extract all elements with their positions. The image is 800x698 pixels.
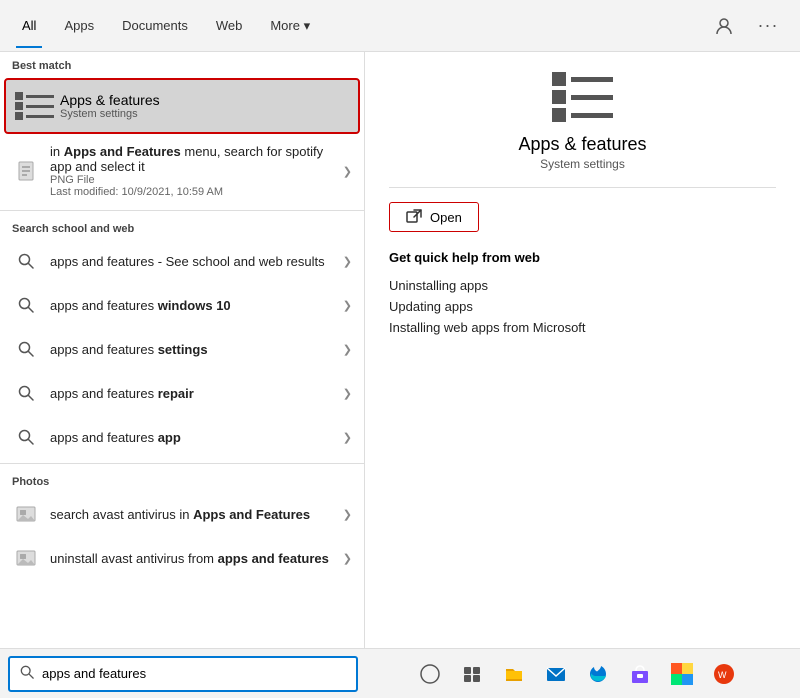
left-panel: Best match — [0, 52, 365, 648]
search-wrapper — [8, 656, 358, 692]
file-result-content: in Apps and Features menu, search for sp… — [50, 144, 337, 198]
web-result-3-title: apps and features settings — [50, 342, 337, 357]
nav-tabs: All Apps Documents Web More ▾ — [8, 4, 708, 48]
store-icon[interactable] — [621, 655, 659, 693]
file-result-item[interactable]: in Apps and Features menu, search for sp… — [0, 136, 364, 206]
search-icon-2 — [12, 291, 40, 319]
photo-icon-2 — [12, 544, 40, 572]
search-input[interactable] — [42, 666, 346, 681]
content-area: Best match — [0, 52, 800, 648]
best-match-title: Apps & features — [60, 92, 160, 108]
photo-result-2-title: uninstall avast antivirus from apps and … — [50, 551, 337, 566]
search-icon-bottom — [20, 665, 34, 682]
web-result-2-content: apps and features windows 10 — [50, 298, 337, 313]
open-icon — [406, 209, 422, 225]
web-result-1-title: apps and features - See school and web r… — [50, 254, 337, 269]
open-label: Open — [430, 210, 462, 225]
web-result-2-title: apps and features windows 10 — [50, 298, 337, 313]
web-result-4[interactable]: apps and features repair ❯ — [0, 371, 364, 415]
tab-documents[interactable]: Documents — [108, 4, 202, 48]
photo-result-1-content: search avast antivirus in Apps and Featu… — [50, 507, 337, 522]
right-icon-area — [389, 72, 776, 122]
web-result-1-content: apps and features - See school and web r… — [50, 254, 337, 269]
apps-features-icon — [18, 90, 50, 122]
photo-icon-1 — [12, 500, 40, 528]
help-link-2[interactable]: Updating apps — [389, 296, 776, 317]
photo-result-2[interactable]: uninstall avast antivirus from apps and … — [0, 536, 364, 580]
right-title: Apps & features — [389, 134, 776, 155]
file-explorer-icon[interactable] — [495, 655, 533, 693]
web-result-3[interactable]: apps and features settings ❯ — [0, 327, 364, 371]
tab-more[interactable]: More ▾ — [256, 4, 324, 48]
arrow-icon-7: ❯ — [343, 552, 352, 565]
mail-icon[interactable] — [537, 655, 575, 693]
nav-icon-group: ··· — [708, 10, 792, 42]
web-result-1[interactable]: apps and features - See school and web r… — [0, 239, 364, 283]
search-icon-5 — [12, 423, 40, 451]
best-match-item[interactable]: Apps & features System settings — [4, 78, 360, 134]
school-web-label: Search school and web — [0, 215, 364, 239]
arrow-icon-2: ❯ — [343, 299, 352, 312]
right-subtitle: System settings — [389, 157, 776, 171]
web-result-5[interactable]: apps and features app ❯ — [0, 415, 364, 459]
user-icon[interactable] — [708, 10, 740, 42]
file-date: Last modified: 10/9/2021, 10:59 AM — [50, 186, 337, 198]
bottom-bar: W — [0, 648, 800, 698]
web-result-4-content: apps and features repair — [50, 386, 337, 401]
photo-result-1-title: search avast antivirus in Apps and Featu… — [50, 507, 337, 522]
search-icon-4 — [12, 379, 40, 407]
open-button[interactable]: Open — [389, 202, 479, 232]
divider-2 — [0, 463, 364, 464]
file-icon — [12, 157, 40, 185]
quick-help-title: Get quick help from web — [389, 250, 776, 265]
help-link-3[interactable]: Installing web apps from Microsoft — [389, 317, 776, 338]
web-result-5-content: apps and features app — [50, 430, 337, 445]
top-nav: All Apps Documents Web More ▾ ··· — [0, 0, 800, 52]
tab-all[interactable]: All — [8, 4, 50, 48]
right-panel: Apps & features System settings Open Get… — [365, 52, 800, 648]
web-result-4-title: apps and features repair — [50, 386, 337, 401]
best-match-text: Apps & features System settings — [60, 92, 160, 120]
wsxdn-icon[interactable]: W — [705, 655, 743, 693]
edge-icon[interactable] — [579, 655, 617, 693]
photos-label: Photos — [0, 468, 364, 492]
arrow-icon-4: ❯ — [343, 387, 352, 400]
arrow-icon: ❯ — [343, 165, 352, 178]
best-match-subtitle: System settings — [60, 108, 160, 120]
photo-result-1[interactable]: search avast antivirus in Apps and Featu… — [0, 492, 364, 536]
web-result-3-content: apps and features settings — [50, 342, 337, 357]
help-link-1[interactable]: Uninstalling apps — [389, 275, 776, 296]
arrow-icon-5: ❯ — [343, 431, 352, 444]
svg-text:W: W — [718, 670, 727, 680]
file-result-title: in Apps and Features menu, search for sp… — [50, 144, 337, 174]
web-result-2[interactable]: apps and features windows 10 ❯ — [0, 283, 364, 327]
separator-1 — [389, 187, 776, 188]
tab-apps[interactable]: Apps — [50, 4, 108, 48]
search-icon-3 — [12, 335, 40, 363]
search-icon-1 — [12, 247, 40, 275]
photo-result-2-content: uninstall avast antivirus from apps and … — [50, 551, 337, 566]
task-view-icon[interactable] — [453, 655, 491, 693]
tab-web[interactable]: Web — [202, 4, 257, 48]
arrow-icon-6: ❯ — [343, 508, 352, 521]
divider-1 — [0, 210, 364, 211]
arrow-icon-1: ❯ — [343, 255, 352, 268]
spotify-icon[interactable] — [663, 655, 701, 693]
file-type: PNG File — [50, 174, 337, 186]
cortana-icon[interactable] — [411, 655, 449, 693]
apps-features-big-icon — [552, 72, 613, 122]
start-menu: All Apps Documents Web More ▾ ··· Best m… — [0, 0, 800, 698]
arrow-icon-3: ❯ — [343, 343, 352, 356]
more-options-icon[interactable]: ··· — [752, 10, 784, 42]
best-match-label: Best match — [0, 52, 364, 76]
taskbar-icons: W — [362, 655, 792, 693]
web-result-5-title: apps and features app — [50, 430, 337, 445]
